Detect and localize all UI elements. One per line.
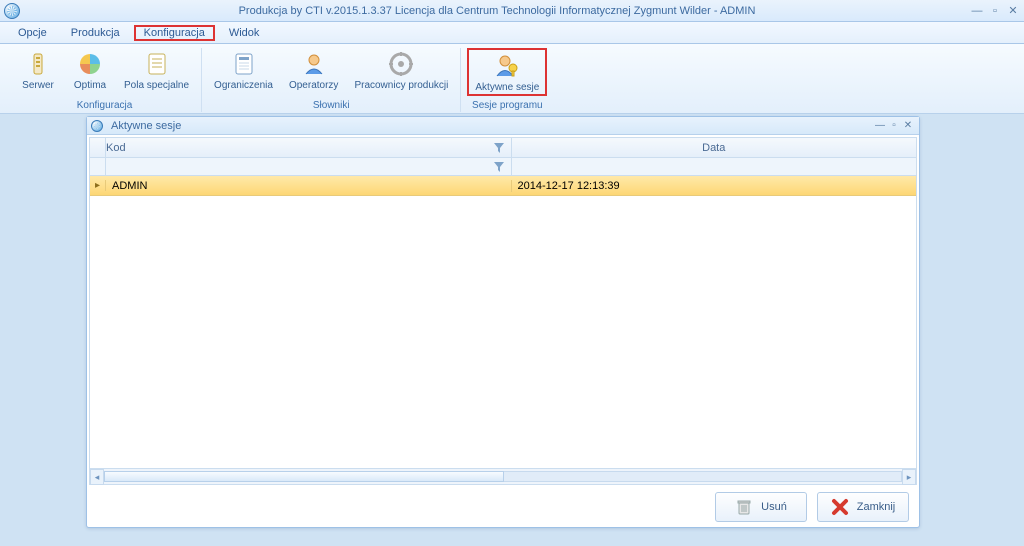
child-window-aktywne-sesje: Aktywne sesje — ▫ ✕ Kod Data	[86, 116, 920, 528]
filter-cell-kod[interactable]	[106, 158, 512, 175]
menu-produkcja[interactable]: Produkcja	[61, 25, 130, 41]
filter-icon[interactable]	[493, 161, 505, 173]
server-icon	[23, 49, 53, 79]
scroll-left-button[interactable]: ◂	[90, 469, 104, 485]
maximize-button[interactable]: ▫	[988, 4, 1002, 18]
app-icon	[4, 3, 20, 19]
button-label: Usuń	[761, 501, 787, 513]
menu-widok[interactable]: Widok	[219, 25, 270, 41]
ribbon-group-slowniki: Ograniczenia Operatorzy Pracownicy produ…	[202, 48, 461, 112]
group-title: Słowniki	[313, 100, 350, 112]
ribbon-label: Operatorzy	[289, 80, 338, 91]
group-title: Konfiguracja	[77, 100, 133, 112]
child-window-icon	[91, 120, 103, 132]
row-handle-header	[90, 138, 106, 157]
ribbon-label: Ograniczenia	[214, 80, 273, 91]
child-footer: Usuń Zamknij	[87, 487, 919, 527]
ribbon-label: Optima	[74, 80, 106, 91]
column-header-kod[interactable]: Kod	[106, 138, 512, 157]
sessions-grid: Kod Data ▸ ADMIN	[89, 137, 917, 485]
ribbon-operatorzy[interactable]: Operatorzy	[283, 48, 344, 92]
menu-opcje[interactable]: Opcje	[8, 25, 57, 41]
ribbon-label: Pola specjalne	[124, 80, 189, 91]
fields-icon	[142, 49, 172, 79]
workers-icon	[386, 49, 416, 79]
close-dialog-button[interactable]: Zamknij	[817, 492, 909, 522]
grid-header: Kod Data	[90, 138, 916, 158]
limits-icon	[229, 49, 259, 79]
ribbon-group-konfiguracja: Serwer Optima Pola specjalne Konfiguracj…	[8, 48, 202, 112]
close-button[interactable]: ✕	[1006, 4, 1020, 18]
filter-cell-data[interactable]	[512, 158, 917, 175]
ribbon-ograniczenia[interactable]: Ograniczenia	[208, 48, 279, 92]
main-titlebar: Produkcja by CTI v.2015.1.3.37 Licencja …	[0, 0, 1024, 22]
ribbon-label: Aktywne sesje	[475, 82, 539, 93]
row-handle-filter	[90, 158, 106, 175]
horizontal-scrollbar[interactable]: ◂ ▸	[90, 468, 916, 484]
ribbon-label: Serwer	[22, 80, 54, 91]
ribbon-serwer[interactable]: Serwer	[14, 48, 62, 92]
filter-icon[interactable]	[493, 142, 505, 154]
ribbon-optima[interactable]: Optima	[66, 48, 114, 92]
operators-icon	[299, 49, 329, 79]
row-indicator-icon: ▸	[90, 180, 106, 191]
ribbon-pracownicy-produkcji[interactable]: Pracownicy produkcji	[348, 48, 454, 92]
ribbon: Serwer Optima Pola specjalne Konfiguracj…	[0, 44, 1024, 114]
column-header-label: Data	[702, 142, 725, 154]
column-header-label: Kod	[106, 142, 126, 154]
menu-konfiguracja[interactable]: Konfiguracja	[134, 25, 215, 41]
scroll-thumb[interactable]	[104, 471, 504, 482]
close-icon	[831, 498, 849, 516]
ribbon-label: Pracownicy produkcji	[354, 80, 448, 91]
button-label: Zamknij	[857, 501, 896, 513]
child-title: Aktywne sesje	[111, 120, 181, 132]
scroll-right-button[interactable]: ▸	[902, 469, 916, 485]
ribbon-aktywne-sesje[interactable]: Aktywne sesje	[467, 48, 547, 96]
child-close-button[interactable]: ✕	[901, 119, 915, 133]
child-minimize-button[interactable]: —	[873, 119, 887, 133]
cell-data: 2014-12-17 12:13:39	[512, 180, 917, 192]
child-titlebar: Aktywne sesje — ▫ ✕	[87, 117, 919, 135]
app-title: Produkcja by CTI v.2015.1.3.37 Licencja …	[24, 5, 970, 17]
trash-icon	[735, 498, 753, 516]
child-maximize-button[interactable]: ▫	[887, 119, 901, 133]
delete-button[interactable]: Usuń	[715, 492, 807, 522]
cell-kod: ADMIN	[106, 180, 512, 192]
grid-filter-row	[90, 158, 916, 176]
ribbon-group-sesje-programu: Aktywne sesje Sesje programu	[461, 48, 553, 112]
table-row[interactable]: ▸ ADMIN 2014-12-17 12:13:39	[90, 176, 916, 196]
column-header-data[interactable]: Data	[512, 138, 917, 157]
ribbon-pola-specjalne[interactable]: Pola specjalne	[118, 48, 195, 92]
grid-body: ▸ ADMIN 2014-12-17 12:13:39	[90, 176, 916, 468]
menubar: Opcje Produkcja Konfiguracja Widok	[0, 22, 1024, 44]
window-controls: — ▫ ✕	[970, 4, 1020, 18]
workspace: Aktywne sesje — ▫ ✕ Kod Data	[0, 114, 1024, 546]
group-title: Sesje programu	[472, 100, 543, 112]
optima-icon	[75, 49, 105, 79]
minimize-button[interactable]: —	[970, 4, 984, 18]
sessions-icon	[492, 51, 522, 81]
